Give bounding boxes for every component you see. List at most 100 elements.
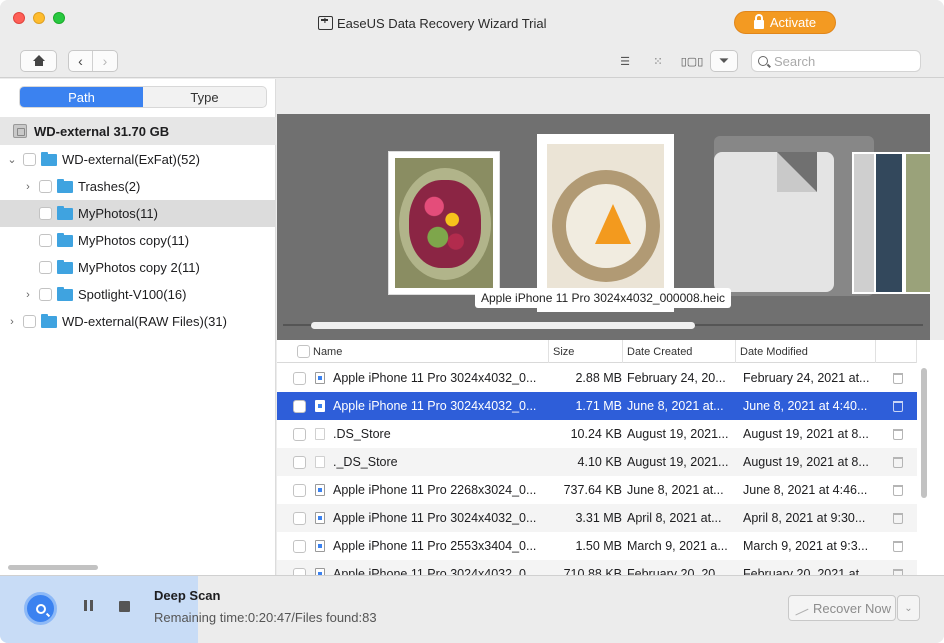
column-header-size[interactable]: Size — [549, 340, 623, 363]
trash-icon[interactable] — [893, 512, 903, 524]
file-size: 4.10 KB — [577, 455, 622, 469]
tree-item-spotlight[interactable]: › Spotlight-V100(16) — [0, 281, 276, 308]
sidebar-scrollbar[interactable] — [8, 565, 98, 570]
column-header-date-modified[interactable]: Date Modified — [736, 340, 876, 363]
grid-view-button[interactable]: ⁙ — [645, 50, 671, 72]
date-created: June 8, 2021 at... — [627, 483, 724, 497]
lock-icon — [753, 13, 764, 29]
preview-thumbnail[interactable] — [874, 152, 904, 294]
minimize-window-button[interactable] — [33, 12, 45, 24]
back-button[interactable]: ‹ — [69, 51, 94, 71]
cover-flow-view-button[interactable]: ▯▢▯ — [679, 50, 705, 72]
zoom-window-button[interactable] — [53, 12, 65, 24]
row-checkbox[interactable] — [293, 539, 306, 553]
date-modified: June 8, 2021 at 4:46... — [743, 483, 868, 497]
date-created: April 8, 2021 at... — [627, 511, 722, 525]
tree-item-checkbox[interactable] — [39, 207, 52, 220]
row-checkbox[interactable] — [293, 371, 306, 385]
file-size: 3.31 MB — [575, 511, 622, 525]
forward-button[interactable]: › — [93, 51, 117, 71]
preview-thumbnail-selected[interactable] — [537, 134, 674, 312]
column-header-name[interactable]: Name — [309, 340, 549, 363]
tree-item-trashes[interactable]: › Trashes(2) — [0, 173, 276, 200]
date-created: February 20, 20... — [627, 567, 726, 575]
column-header-date-created[interactable]: Date Created — [623, 340, 736, 363]
tree-item-checkbox[interactable] — [23, 153, 36, 166]
date-created: June 8, 2021 at... — [627, 399, 724, 413]
table-row[interactable]: Apple iPhone 11 Pro 3024x4032_0... 3.31 … — [277, 504, 917, 532]
tab-path[interactable]: Path — [20, 87, 143, 107]
stop-button[interactable] — [119, 601, 130, 612]
drive-item[interactable]: WD-external 31.70 GB — [0, 117, 276, 145]
table-row[interactable]: Apple iPhone 11 Pro 2553x3404_0... 1.50 … — [277, 532, 917, 560]
table-header: Name Size Date Created Date Modified — [277, 340, 917, 363]
tree-item-label: Spotlight-V100(16) — [78, 287, 187, 302]
date-modified: August 19, 2021 at 8... — [743, 427, 869, 441]
table-row[interactable]: .DS_Store 10.24 KB August 19, 2021... Au… — [277, 420, 917, 448]
tree-item-checkbox[interactable] — [39, 288, 52, 301]
date-created: February 24, 20... — [627, 371, 726, 385]
tab-type[interactable]: Type — [143, 87, 266, 107]
recover-now-button[interactable]: Recover Now — [788, 595, 896, 621]
tree-item-wd-external-exfat[interactable]: ⌄ WD-external(ExFat)(52) — [0, 146, 276, 173]
trash-icon[interactable] — [893, 400, 903, 412]
file-name: Apple iPhone 11 Pro 3024x4032_0... — [333, 371, 537, 385]
image-file-icon — [315, 568, 325, 575]
pause-button[interactable] — [84, 600, 96, 612]
trash-icon[interactable] — [893, 484, 903, 496]
tree-item-checkbox[interactable] — [39, 180, 52, 193]
search-input[interactable]: Search — [751, 50, 921, 72]
table-row-selected[interactable]: Apple iPhone 11 Pro 3024x4032_0... 1.71 … — [277, 392, 917, 420]
tree-item-checkbox[interactable] — [39, 261, 52, 274]
activate-button[interactable]: Activate — [734, 11, 836, 34]
preview-thumbnail[interactable] — [904, 152, 930, 294]
row-checkbox[interactable] — [293, 511, 306, 525]
tree-item-myphotos-copy[interactable]: MyPhotos copy(11) — [0, 227, 276, 254]
table-row[interactable]: Apple iPhone 11 Pro 2268x3024_0... 737.6… — [277, 476, 917, 504]
row-checkbox[interactable] — [293, 399, 306, 413]
tree-item-checkbox[interactable] — [23, 315, 36, 328]
trash-icon[interactable] — [893, 428, 903, 440]
chevron-right-icon[interactable]: › — [22, 181, 34, 193]
tree-item-label: Trashes(2) — [78, 179, 141, 194]
date-created: August 19, 2021... — [627, 427, 729, 441]
scan-button[interactable] — [24, 592, 57, 625]
tree-item-myphotos-copy-2[interactable]: MyPhotos copy 2(11) — [0, 254, 276, 281]
tree-item-myphotos[interactable]: MyPhotos(11) — [0, 200, 276, 227]
chevron-right-icon[interactable]: › — [22, 289, 34, 301]
row-checkbox[interactable] — [293, 567, 306, 575]
cover-flow-scrollbar[interactable] — [311, 322, 695, 329]
trash-icon[interactable] — [893, 456, 903, 468]
preview-thumbnail-salad[interactable] — [388, 151, 500, 295]
file-name: Apple iPhone 11 Pro 3024x4032_0... — [333, 399, 537, 413]
row-checkbox[interactable] — [293, 427, 306, 441]
tree-item-wd-external-raw[interactable]: › WD-external(RAW Files)(31) — [0, 308, 276, 335]
table-row[interactable]: Apple iPhone 11 Pro 3024x4032_0... 710.8… — [277, 560, 917, 575]
trash-icon[interactable] — [893, 372, 903, 384]
table-row[interactable]: ._DS_Store 4.10 KB August 19, 2021... Au… — [277, 448, 917, 476]
recover-options-dropdown[interactable]: ⌄ — [897, 595, 920, 621]
list-view-button[interactable]: ☰ — [612, 50, 638, 72]
row-checkbox[interactable] — [293, 483, 306, 497]
image-file-icon — [315, 372, 325, 384]
table-scrollbar[interactable] — [921, 368, 927, 498]
preview-thumbnail[interactable] — [852, 152, 876, 294]
hard-drive-icon — [13, 124, 27, 138]
grid-view-icon: ⁙ — [653, 55, 663, 68]
row-checkbox[interactable] — [293, 455, 306, 469]
trash-icon[interactable] — [893, 540, 903, 552]
date-modified: February 24, 2021 at... — [743, 371, 870, 385]
tree-item-label: WD-external(RAW Files)(31) — [62, 314, 227, 329]
file-size: 1.50 MB — [575, 539, 622, 553]
table-row[interactable]: Apple iPhone 11 Pro 3024x4032_0... 2.88 … — [277, 364, 917, 392]
app-logo-icon — [318, 16, 333, 30]
filter-button[interactable]: ⏷ — [710, 50, 738, 72]
close-window-button[interactable] — [13, 12, 25, 24]
folder-icon — [57, 178, 73, 193]
tree-item-checkbox[interactable] — [39, 234, 52, 247]
home-button[interactable] — [20, 50, 57, 72]
file-name: Apple iPhone 11 Pro 2268x3024_0... — [333, 483, 537, 497]
chevron-right-icon[interactable]: › — [6, 316, 18, 328]
column-header-actions — [876, 340, 917, 363]
chevron-down-icon[interactable]: ⌄ — [6, 153, 18, 166]
